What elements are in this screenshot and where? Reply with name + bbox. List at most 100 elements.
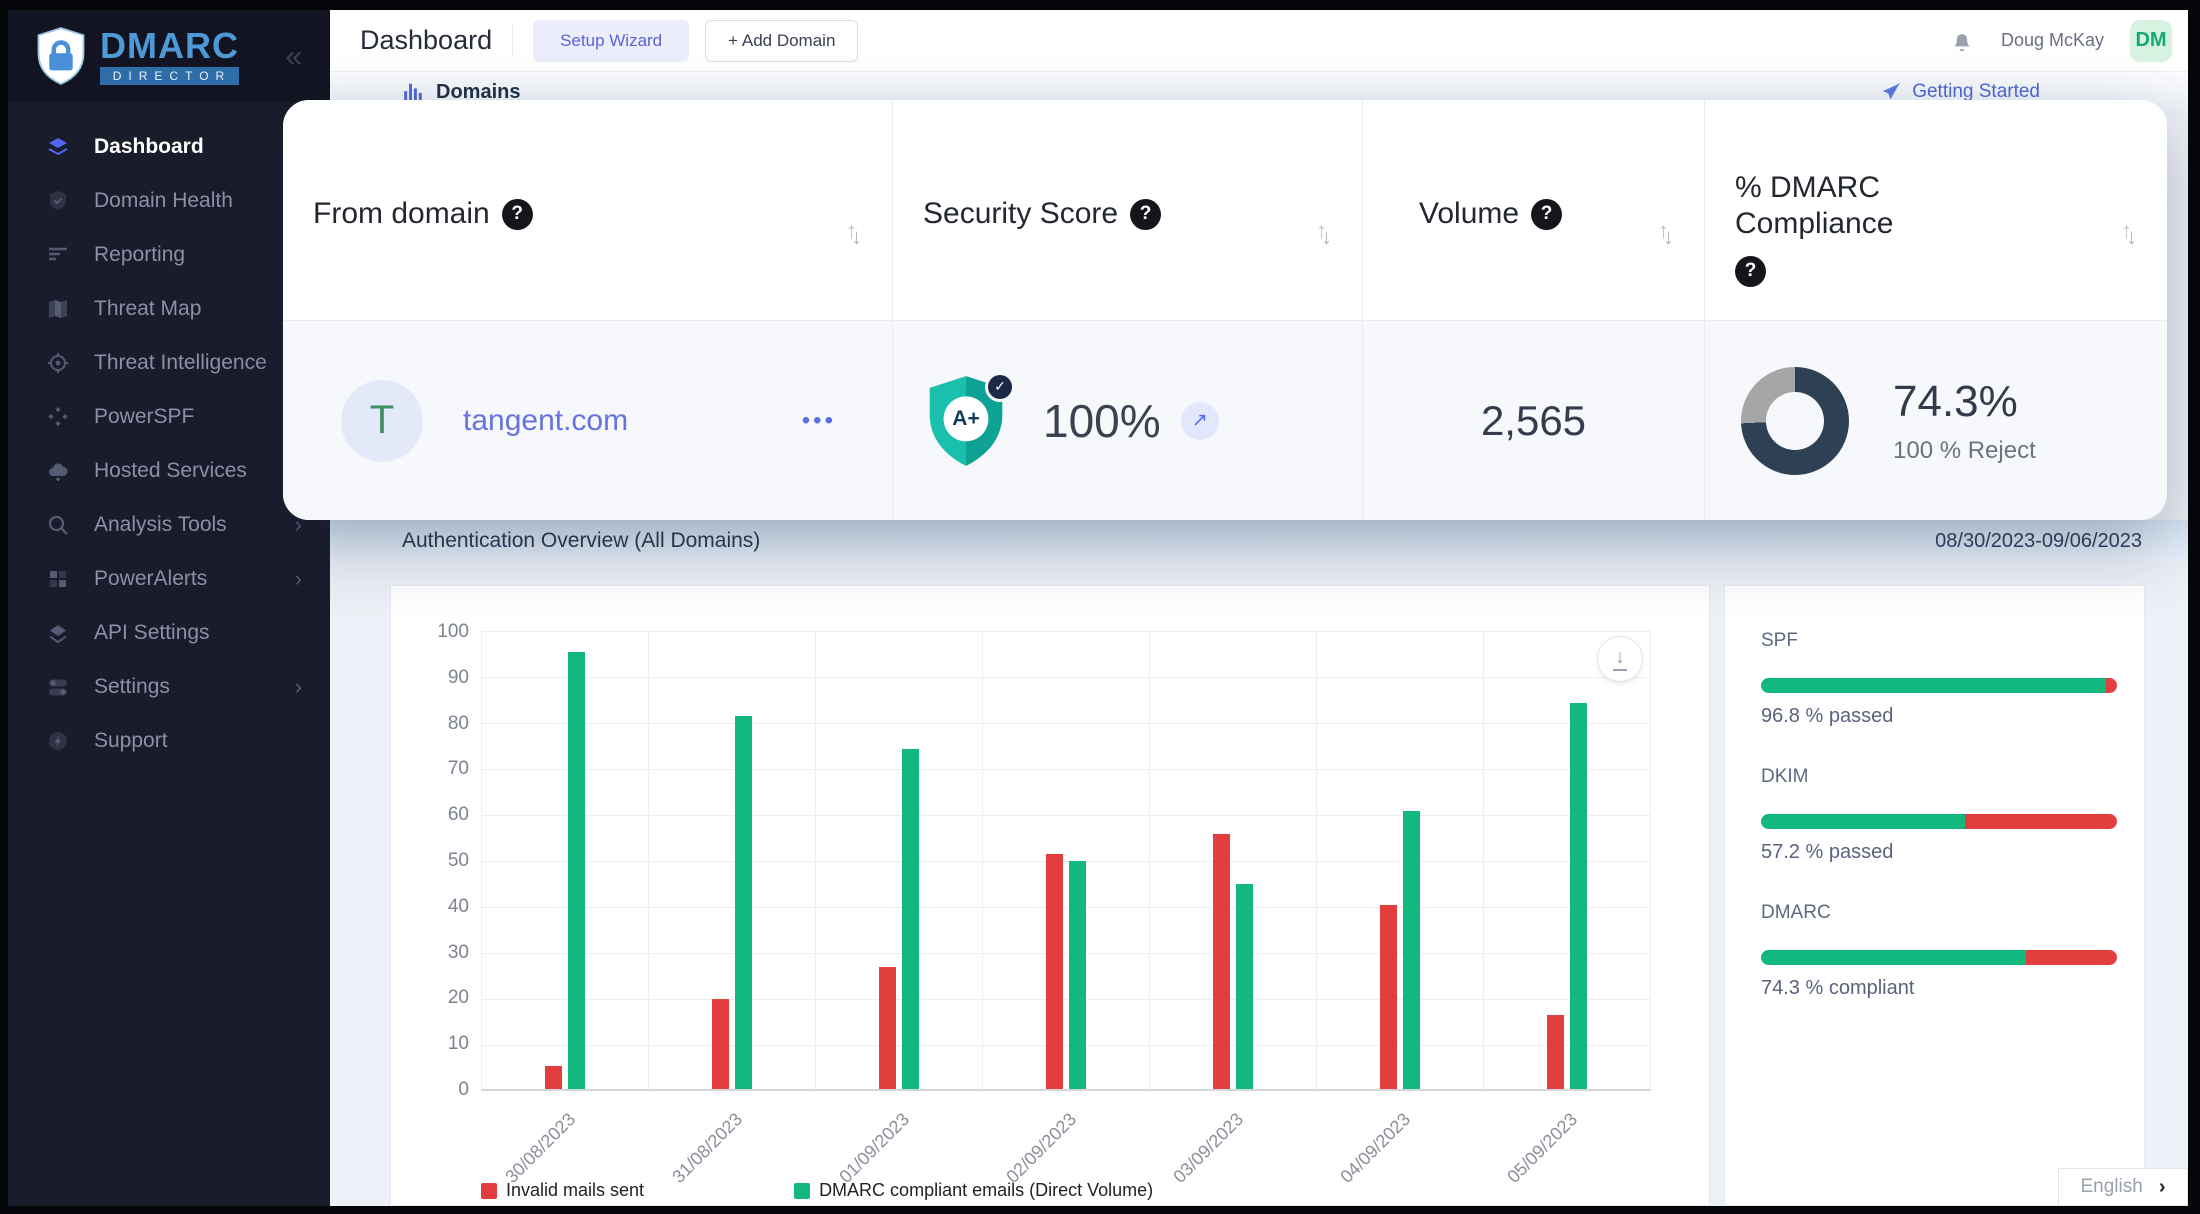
sidebar-item-label: Domain Health <box>94 189 233 213</box>
col-header-label: % DMARC Compliance <box>1735 170 2037 242</box>
language-label: English <box>2081 1176 2143 1198</box>
sidebar-item-label: Support <box>94 729 168 753</box>
sidebar-nav: Dashboard Domain Health Reporting Threat… <box>8 102 330 768</box>
auth-pass-segment <box>1761 814 1965 829</box>
sort-toggle[interactable]: ↑↓ <box>2121 218 2137 244</box>
sidebar-item-powerspf[interactable]: PowerSPF <box>8 390 330 444</box>
col-header-label: From domain <box>313 196 490 232</box>
help-icon[interactable]: ? <box>1735 256 1766 287</box>
brand-block: DMARC DIRECTOR <box>100 28 239 85</box>
sidebar-item-domain-health[interactable]: Domain Health <box>8 174 330 228</box>
date-range: 08/30/2023-09/06/2023 <box>1935 530 2142 553</box>
sidebar-item-hosted-services[interactable]: Hosted Services <box>8 444 330 498</box>
sidebar-item-label: Dashboard <box>94 135 204 159</box>
table-row-domain-cell: T tangent.com ••• <box>283 320 893 520</box>
col-header-from-domain: From domain ? ↑↓ <box>283 100 893 320</box>
dmarc-shield-lock-icon <box>34 26 88 86</box>
sidebar-item-threat-intelligence[interactable]: Threat Intelligence <box>8 336 330 390</box>
user-name[interactable]: Doug McKay <box>2001 30 2104 51</box>
table-row-score-cell: A+ ✓ 100% ↗ <box>893 320 1363 520</box>
sidebar-item-label: Threat Map <box>94 297 201 321</box>
sidebar-item-analysis-tools[interactable]: Analysis Tools › <box>8 498 330 552</box>
x-axis-label: 02/09/2023 <box>1002 1109 1081 1188</box>
y-axis-tick: 20 <box>448 987 469 1009</box>
row-menu-dots-icon[interactable]: ••• <box>802 407 836 435</box>
bar-compliant <box>735 716 752 1089</box>
x-axis-label: 05/09/2023 <box>1504 1109 1583 1188</box>
bar-invalid <box>545 1066 562 1089</box>
search-icon <box>46 513 70 537</box>
y-axis-tick: 70 <box>448 758 469 780</box>
legend-item[interactable]: DMARC compliant emails (Direct Volume) <box>794 1180 1153 1201</box>
auth-pass-segment <box>1761 678 2106 693</box>
help-icon[interactable]: ? <box>1130 199 1161 230</box>
sidebar-item-label: Hosted Services <box>94 459 247 483</box>
notifications-bell-icon[interactable] <box>1949 28 1975 54</box>
auth-overview-chart-card: ↓ 1009080706050403020100 30/08/202331/08… <box>390 585 1710 1206</box>
auth-results-panel: SPF96.8 % passedDKIM57.2 % passedDMARC74… <box>1724 585 2145 1206</box>
help-icon[interactable]: ? <box>502 199 533 230</box>
legend-item[interactable]: Invalid mails sent <box>481 1180 644 1201</box>
grade-label: A+ <box>952 407 979 431</box>
y-axis: 1009080706050403020100 <box>405 621 469 1101</box>
sidebar-item-label: Reporting <box>94 243 185 267</box>
y-axis-tick: 90 <box>448 667 469 689</box>
page-title: Dashboard <box>360 25 492 56</box>
sidebar-item-reporting[interactable]: Reporting <box>8 228 330 282</box>
sidebar-item-poweralerts[interactable]: PowerAlerts › <box>8 552 330 606</box>
x-axis-label: 30/08/2023 <box>501 1109 580 1188</box>
bar-invalid <box>1213 834 1230 1089</box>
add-domain-button[interactable]: + Add Domain <box>705 20 858 62</box>
brand-name: DMARC <box>100 28 239 64</box>
sidebar-item-support[interactable]: Support <box>8 714 330 768</box>
sidebar-item-threat-map[interactable]: Threat Map <box>8 282 330 336</box>
language-selector[interactable]: English › <box>2058 1168 2188 1206</box>
sidebar-item-label: Analysis Tools <box>94 513 227 537</box>
sidebar-item-dashboard[interactable]: Dashboard <box>8 120 330 174</box>
bar-compliant <box>568 652 585 1089</box>
bar-compliant <box>1069 861 1086 1089</box>
sort-down-icon: ↓ <box>1663 224 1674 249</box>
sort-down-icon: ↓ <box>851 224 862 249</box>
y-axis-tick: 40 <box>448 896 469 918</box>
auth-fail-segment <box>1965 814 2117 829</box>
legend-swatch <box>794 1183 810 1199</box>
sidebar-collapse-icon[interactable]: « <box>285 40 302 74</box>
download-icon: ↓ <box>1615 647 1625 667</box>
help-icon[interactable]: ? <box>1531 199 1562 230</box>
domain-summary-card: From domain ? ↑↓ Security Score ? ↑↓ Vol… <box>283 100 2167 520</box>
download-chart-button[interactable]: ↓ <box>1597 636 1643 682</box>
chevron-right-icon: › <box>295 674 302 700</box>
setup-wizard-button[interactable]: Setup Wizard <box>533 20 689 62</box>
sidebar-item-label: API Settings <box>94 621 210 645</box>
sidebar-item-api-settings[interactable]: API Settings <box>8 606 330 660</box>
bar-invalid <box>1046 854 1063 1089</box>
layers-icon <box>46 135 70 159</box>
auth-pass-segment <box>1761 950 2026 965</box>
open-score-link-icon[interactable]: ↗ <box>1181 402 1219 440</box>
domain-link[interactable]: tangent.com <box>463 404 628 438</box>
volume-value: 2,565 <box>1481 397 1586 445</box>
col-header-dmarc-compliance: % DMARC Compliance ? ↑↓ <box>1705 100 2167 320</box>
sort-toggle[interactable]: ↑↓ <box>1316 218 1332 244</box>
user-avatar[interactable]: DM <box>2130 20 2172 62</box>
sidebar-item-settings[interactable]: Settings › <box>8 660 330 714</box>
topbar: Dashboard Setup Wizard + Add Domain Doug… <box>330 10 2188 72</box>
sort-toggle[interactable]: ↑↓ <box>846 218 862 244</box>
x-axis-label: 03/09/2023 <box>1169 1109 1248 1188</box>
chart-group <box>1150 632 1317 1089</box>
chart-group <box>649 632 816 1089</box>
table-row-compliance-cell: 74.3% 100 % Reject <box>1705 320 2167 520</box>
x-axis-label: 04/09/2023 <box>1337 1109 1416 1188</box>
col-header-label: Volume <box>1419 196 1519 232</box>
toggles-icon <box>46 675 70 699</box>
auth-progress-bar <box>1761 678 2117 693</box>
report-lines-icon <box>46 243 70 267</box>
sort-toggle[interactable]: ↑↓ <box>1658 218 1674 244</box>
bar-compliant <box>1236 884 1253 1089</box>
bar-invalid <box>1380 905 1397 1089</box>
auth-overview-header: Authentication Overview (All Domains) 08… <box>330 520 2188 562</box>
chevron-right-icon: › <box>2159 1176 2166 1199</box>
grid-icon <box>46 567 70 591</box>
chart-group <box>1484 632 1651 1089</box>
